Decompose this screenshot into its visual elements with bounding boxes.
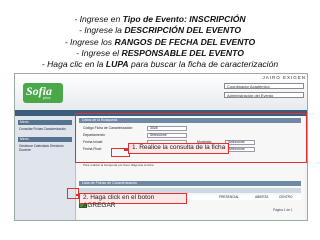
sidebar-item-calendario[interactable]: Gestionar Calendario Directorio Docente [19,144,73,152]
instruction-line-2: - Ingrese la DESCRIPCIÓN DEL EVENTO [78,25,242,36]
row-center: CENTRO [279,195,293,199]
instruction-line-1: - Ingrese en Tipo de Evento: INSCRIPCIÓN [74,14,246,24]
instruction-line-5: - Haga clic en la LUPA para buscar la fi… [41,59,279,70]
logo-subtext: plus [43,95,51,100]
role-select[interactable]: Coordinador Académico [224,83,304,89]
instructions-block: - Ingrese en Tipo de Evento: INSCRIPCIÓN… [0,14,320,70]
sofia-logo: Sofia plus [23,83,63,103]
user-panel: JAIRO EXIGEN Coordinador Académico Admin… [220,74,306,108]
row-state: ABIERTA [255,195,269,199]
app-header: Sofia plus JAIRO EXIGEN Coordinador Acad… [15,74,307,110]
center-select[interactable]: Administración del Evento [224,92,304,98]
instruction-line-4: - Ingrese el RESPONSABLE DEL EVENTO [76,47,244,58]
user-name: JAIRO EXIGEN [262,75,306,80]
sidebar-item-consultar[interactable]: Consultar Fichas Caracterización [19,127,73,131]
sidebar-header-2: Menú [18,137,72,142]
results-panel-header: Lista de Fichas de Caracterización [79,181,301,186]
sidebar-header-1: Menú [18,120,72,125]
pager: Página 1 de 1 [273,208,293,212]
sidebar: Menú Consultar Fichas Caracterización Me… [15,116,76,220]
callout-1: 1. Realice la consulta de la ficha [128,143,229,154]
row-modality: PRESENCIAL [219,195,240,199]
instruction-line-3: - Ingrese los RANGOS DE FECHA DEL EVENTO [64,36,256,47]
callout-2: 2. Haga click en el boton AGREGAR [79,193,187,209]
search-highlight-frame [75,113,307,163]
form-note: Para realizar la búsqueda por favor dili… [83,163,154,167]
